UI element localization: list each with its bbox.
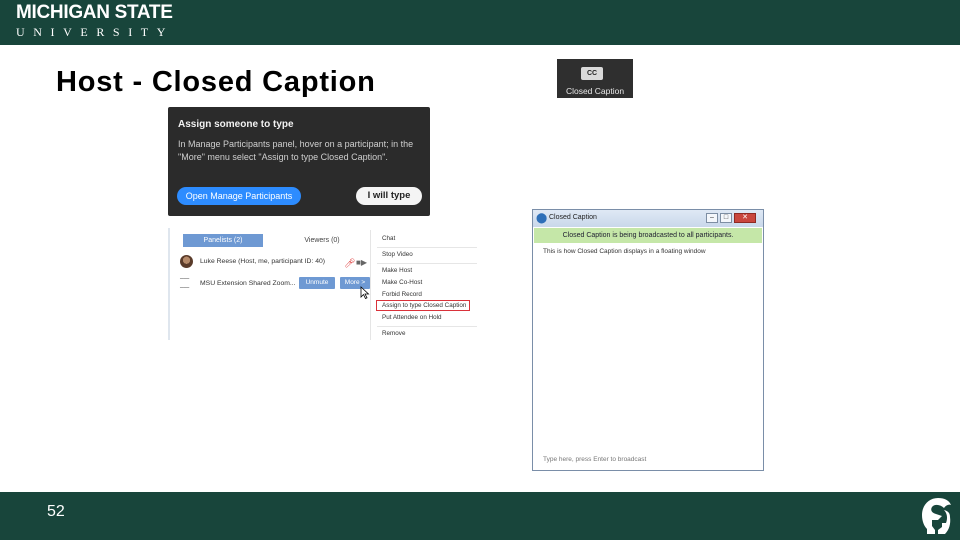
assign-typist-popup: Assign someone to type In Manage Partici… [168, 107, 430, 216]
menu-divider [377, 247, 477, 248]
mic-muted-icon[interactable]: 🎤︎ [344, 258, 355, 268]
spartan-helmet-icon [922, 498, 951, 534]
menu-item-forbid-record[interactable]: Forbid Record [382, 291, 422, 298]
menu-item-stop-video[interactable]: Stop Video [382, 251, 413, 258]
msu-mini-logo-icon: ▔▔▔ ▁▁▁ [180, 278, 190, 288]
closed-caption-button-label: Closed Caption [565, 86, 625, 96]
i-will-type-button[interactable]: I will type [356, 187, 422, 205]
menu-item-chat[interactable]: Chat [382, 235, 395, 242]
maximize-icon[interactable]: □ [720, 213, 732, 223]
open-manage-participants-button[interactable]: Open Manage Participants [177, 187, 301, 205]
tab-panelists[interactable]: Panelists (2) [183, 234, 263, 247]
closed-caption-button[interactable]: CC Closed Caption [557, 59, 633, 98]
caption-input[interactable]: Type here, press Enter to broadcast [543, 456, 646, 463]
menu-item-assign-closed-caption[interactable]: Assign to type Closed Caption [382, 302, 466, 309]
participant-name: Luke Reese (Host, me, participant ID: 40… [200, 258, 326, 265]
minimize-icon[interactable]: – [706, 213, 718, 223]
popup-instructions: In Manage Participants panel, hover on a… [178, 139, 414, 162]
popup-title: Assign someone to type [178, 119, 294, 130]
caption-text: This is how Closed Caption displays in a… [543, 248, 706, 255]
page-number: 52 [47, 503, 65, 520]
mouse-cursor-icon [360, 286, 370, 299]
msu-logo: MICHIGAN STATE UNIVERSITY [16, 2, 174, 40]
menu-item-put-on-hold[interactable]: Put Attendee on Hold [382, 314, 442, 321]
tab-viewers[interactable]: Viewers (0) [282, 234, 362, 247]
logo-line-2: UNIVERSITY [16, 25, 174, 39]
participants-panel: Panelists (2) Viewers (0) Luke Reese (Ho… [168, 228, 480, 340]
closed-caption-window: ⬤ Closed Caption – □ ✕ Closed Caption is… [532, 209, 764, 471]
participant-context-menu: Chat Stop Video Make Host Make Co-Host F… [370, 230, 480, 340]
avatar [180, 255, 193, 268]
menu-divider [377, 263, 477, 264]
zoom-app-icon: ⬤ [536, 213, 548, 224]
participant-name: MSU Extension Shared Zoom... [200, 280, 296, 287]
menu-divider [377, 326, 477, 327]
logo-line-1: MICHIGAN STATE [16, 2, 173, 23]
footer-band [0, 492, 960, 540]
menu-item-make-co-host[interactable]: Make Co-Host [382, 279, 422, 286]
camera-icon[interactable]: ■▶ [356, 259, 367, 267]
window-title: Closed Caption [549, 214, 597, 221]
unmute-button[interactable]: Unmute [299, 277, 335, 289]
slide-title: Host - Closed Caption [56, 66, 376, 98]
close-icon[interactable]: ✕ [734, 213, 756, 223]
menu-item-remove[interactable]: Remove [382, 330, 405, 337]
cc-icon: CC [581, 67, 603, 80]
menu-item-make-host[interactable]: Make Host [382, 267, 412, 274]
broadcast-banner: Closed Caption is being broadcasted to a… [534, 228, 762, 243]
window-titlebar[interactable]: ⬤ Closed Caption – □ ✕ [533, 210, 763, 227]
